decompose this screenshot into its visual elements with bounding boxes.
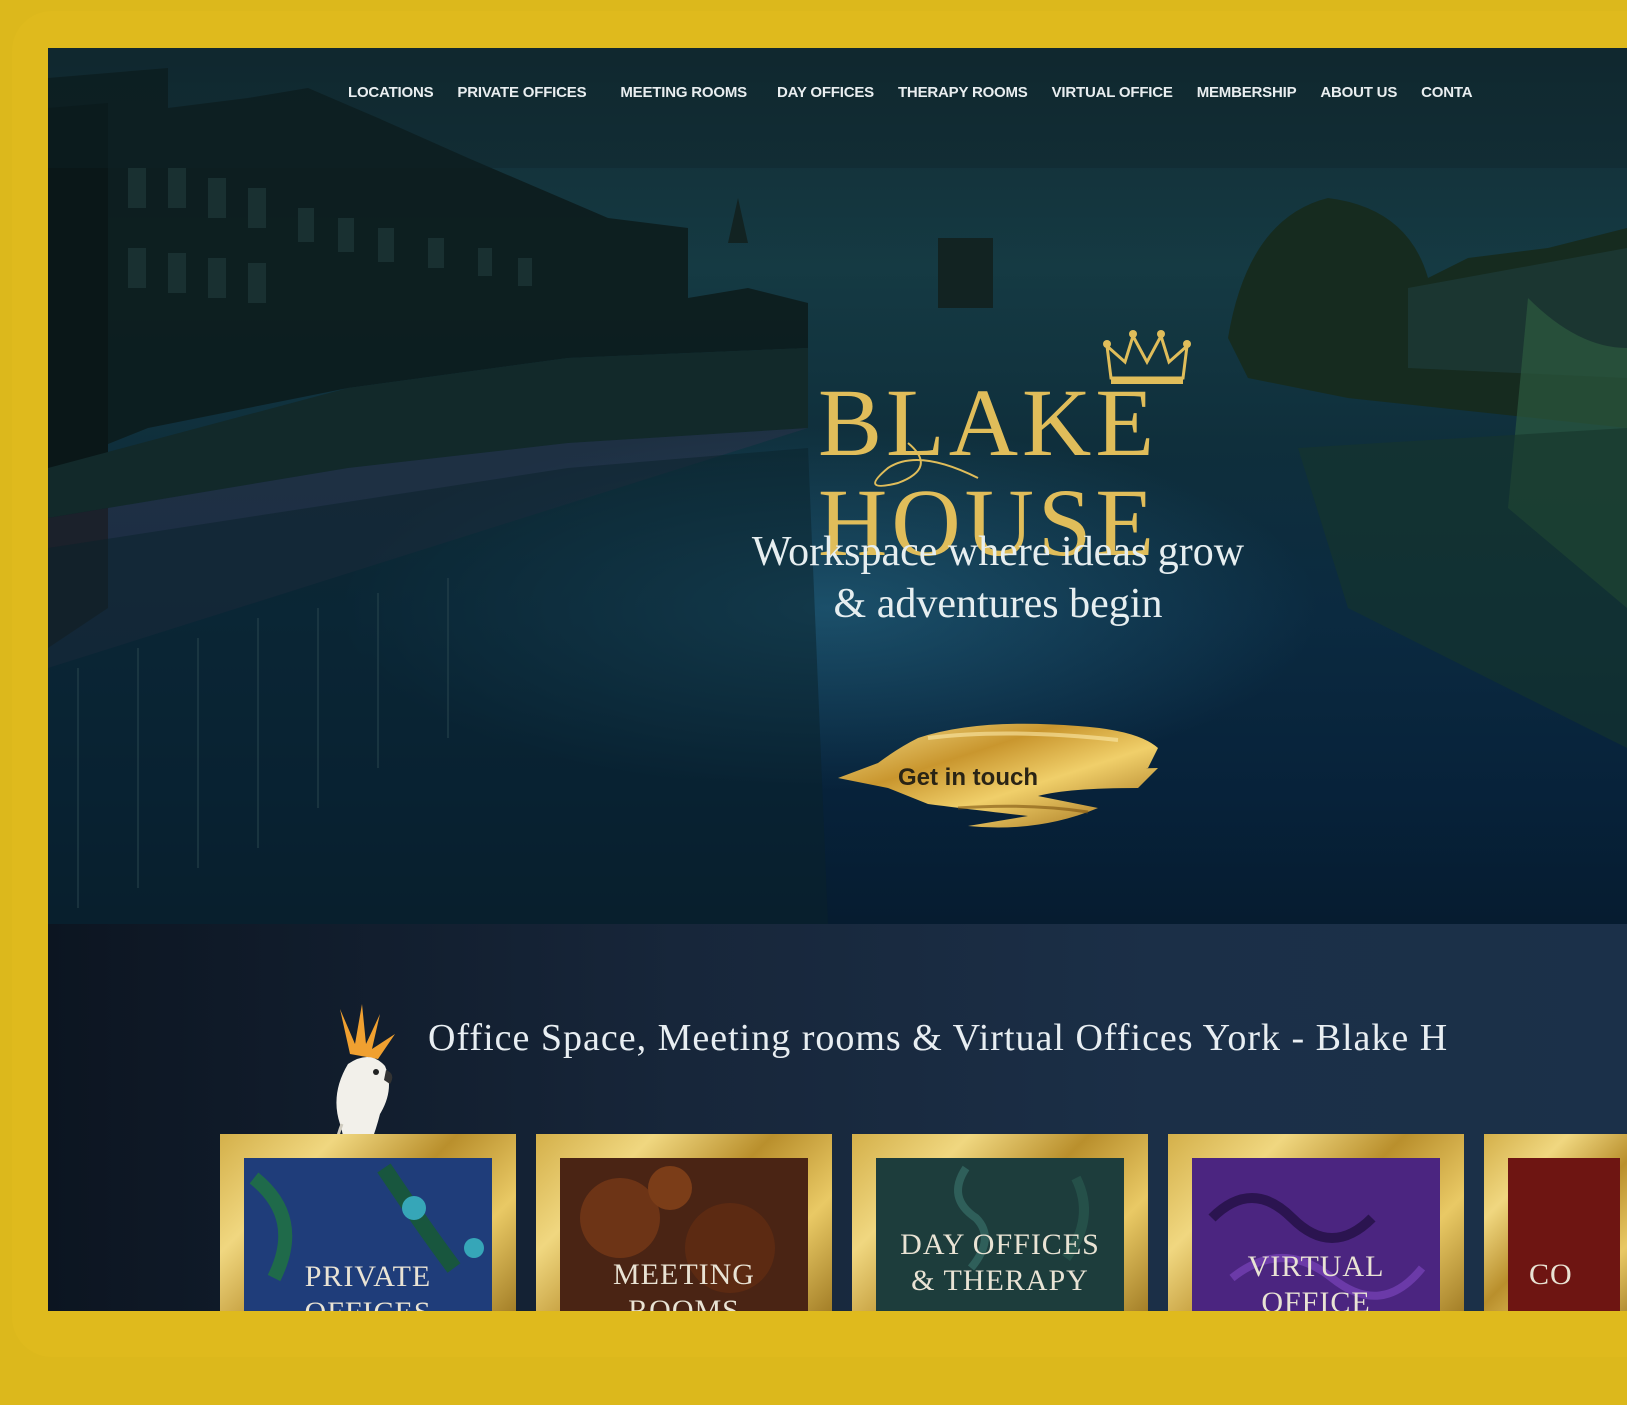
card-private-offices-label-1: PRIVATE bbox=[304, 1260, 432, 1293]
tagline-line-2: & adventures begin bbox=[833, 581, 1163, 627]
nav-contact[interactable]: CONTA bbox=[1421, 84, 1472, 101]
card-virtual-office-label-1: VIRTUAL bbox=[1247, 1250, 1385, 1283]
tagline-line-1: Workspace where ideas grow bbox=[751, 529, 1245, 575]
browser-screen: LOCATIONS PRIVATE OFFICES MEETING ROOMS … bbox=[48, 48, 1627, 1311]
nav-therapy-rooms[interactable]: THERAPY ROOMS bbox=[898, 84, 1028, 101]
card-meeting-rooms-label-2: ROOMS bbox=[628, 1294, 740, 1311]
blake-house-logo[interactable]: BLAKE HOUSE bbox=[678, 328, 1298, 573]
card-virtual-office[interactable]: VIRTUAL OFFICE bbox=[1168, 1134, 1464, 1311]
card-virtual-office-label-2: OFFICE bbox=[1261, 1286, 1371, 1311]
nav-membership[interactable]: MEMBERSHIP bbox=[1197, 84, 1297, 101]
card-day-offices-label-1: DAY OFFICES bbox=[900, 1228, 1100, 1261]
card-co[interactable]: CO bbox=[1484, 1134, 1627, 1311]
nav-about-us[interactable]: ABOUT US bbox=[1320, 84, 1397, 101]
card-day-offices-label-2: & THERAPY bbox=[911, 1264, 1089, 1297]
section-heading: Office Space, Meeting rooms & Virtual Of… bbox=[428, 1017, 1449, 1059]
hero-section: LOCATIONS PRIVATE OFFICES MEETING ROOMS … bbox=[48, 48, 1627, 924]
get-in-touch-button[interactable]: Get in touch bbox=[838, 708, 1168, 838]
logo-swash-decoration bbox=[874, 442, 979, 487]
nav-private-offices[interactable]: PRIVATE OFFICES bbox=[457, 84, 586, 101]
card-meeting-rooms[interactable]: MEETING ROOMS bbox=[536, 1134, 832, 1311]
top-navigation: LOCATIONS PRIVATE OFFICES MEETING ROOMS … bbox=[348, 78, 1627, 106]
nav-meeting-rooms[interactable]: MEETING ROOMS bbox=[620, 84, 747, 101]
get-in-touch-label: Get in touch bbox=[898, 764, 1038, 791]
card-private-offices-label-2: OFFICES bbox=[220, 1296, 516, 1311]
nav-locations[interactable]: LOCATIONS bbox=[348, 84, 434, 101]
nav-virtual-office[interactable]: VIRTUAL OFFICE bbox=[1052, 84, 1173, 101]
services-section: Office Space, Meeting rooms & Virtual Of… bbox=[48, 924, 1627, 1311]
nav-day-offices[interactable]: DAY OFFICES bbox=[777, 84, 874, 101]
card-day-offices-therapy[interactable]: DAY OFFICES & THERAPY bbox=[852, 1134, 1148, 1311]
card-co-label: CO bbox=[1529, 1258, 1573, 1291]
card-private-offices[interactable]: PRIVATE OFFICES bbox=[220, 1134, 516, 1311]
card-meeting-rooms-label-1: MEETING bbox=[613, 1258, 755, 1291]
